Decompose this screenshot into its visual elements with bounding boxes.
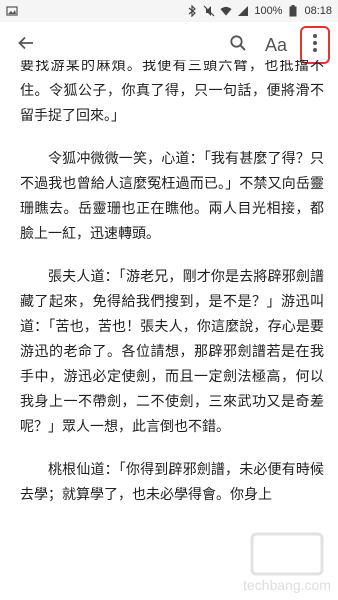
more-vertical-icon — [312, 33, 318, 57]
paragraph: 張夫人道：「游老兄，剛才你是去將辟邪劍譜藏了起來，免得給我們搜到，是不是？」游迅… — [20, 269, 324, 435]
image-icon — [6, 5, 18, 17]
search-button[interactable] — [220, 27, 256, 63]
search-icon — [229, 34, 247, 56]
paragraph: 桃根仙道：「你得到辟邪劍譜，未必便有時候去學；就算學了，也未必學得會。你身上 — [20, 462, 324, 503]
more-options-button[interactable] — [300, 26, 330, 64]
bluetooth-icon — [186, 5, 198, 17]
paragraph: 令狐冲微微一笑，心道：「我有甚麼了得？只不過我也曾給人這麼冤枉過而已。」不禁又向… — [20, 151, 324, 242]
text-size-button[interactable]: Aa — [256, 27, 296, 63]
signal-icon — [237, 5, 249, 17]
silent-icon — [203, 5, 215, 17]
back-button[interactable] — [8, 27, 44, 63]
clock: 08:18 — [304, 5, 332, 17]
status-bar: 100% 08:18 — [0, 0, 338, 22]
battery-icon — [287, 5, 299, 17]
battery-percent: 100% — [254, 5, 283, 17]
paragraph: 要找游某的麻煩。我便有三頭六臂，也抵擋不住。令狐公子，你真了得，只一句話，便將滑… — [20, 60, 324, 124]
reading-content[interactable]: 要找游某的麻煩。我便有三頭六臂，也抵擋不住。令狐公子，你真了得，只一句話，便將滑… — [0, 60, 338, 600]
arrow-left-icon — [17, 34, 35, 56]
wifi-icon — [220, 5, 232, 17]
